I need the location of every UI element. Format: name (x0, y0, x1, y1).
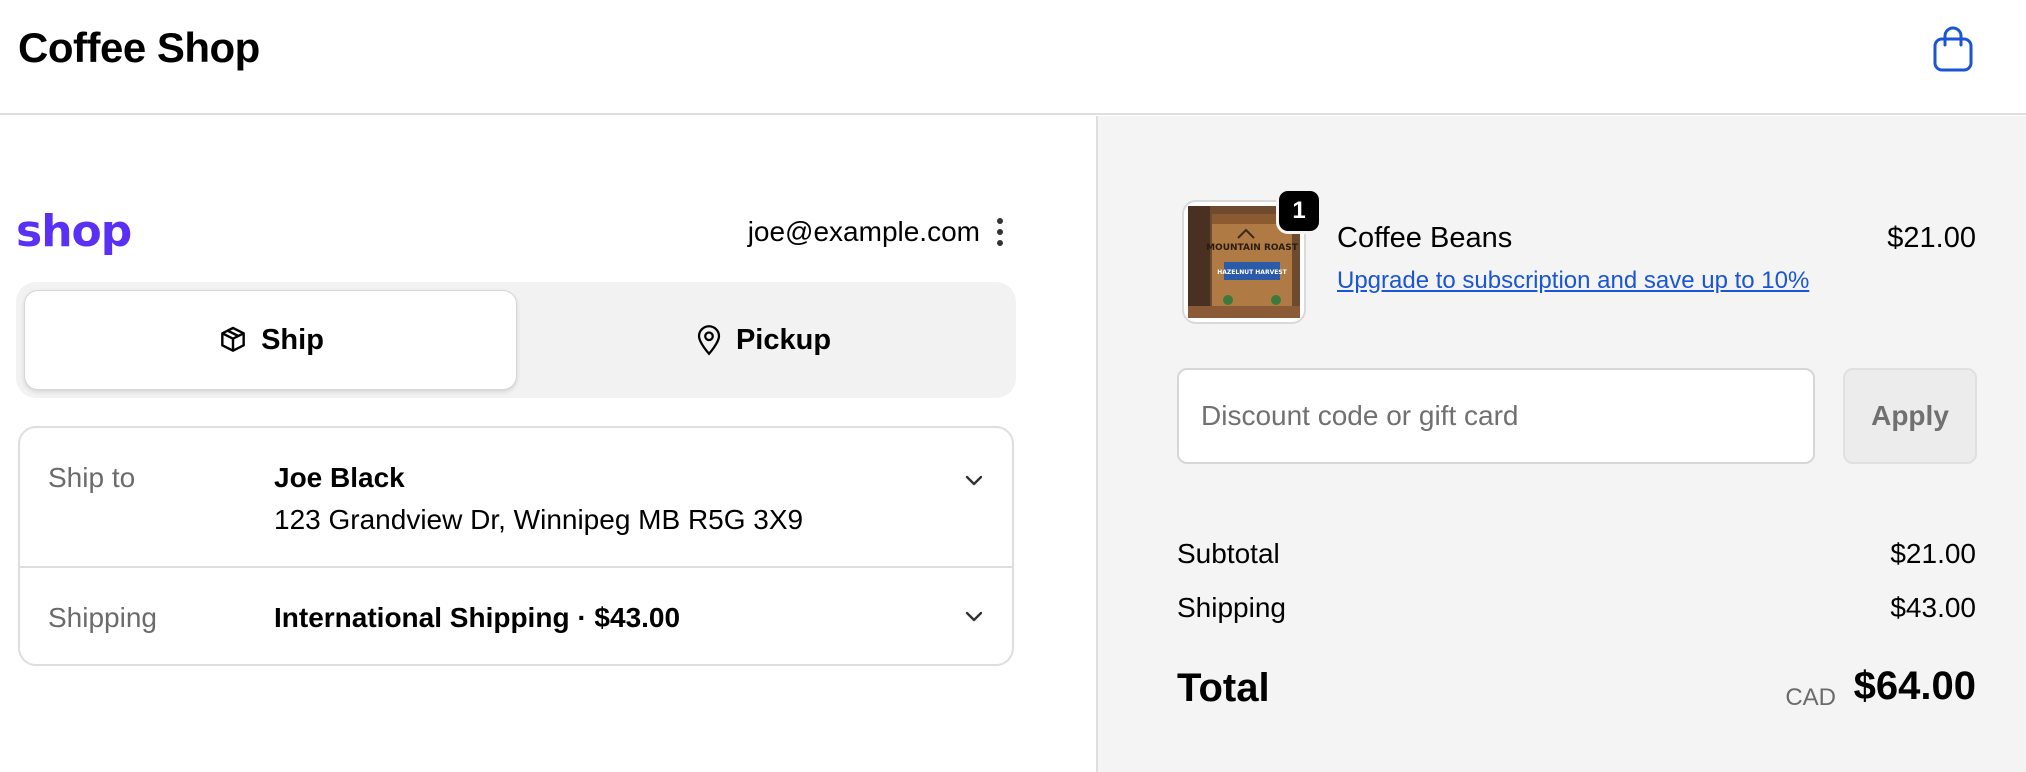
tab-pickup-label: Pickup (735, 323, 832, 356)
shipping-summary-value: $43.00 (1890, 592, 1976, 623)
total-value: $64.00 (1853, 664, 1976, 708)
quantity-badge: 1 (1276, 188, 1322, 234)
shipping-method-label: Shipping (48, 602, 157, 633)
shopping-bag-icon (1933, 26, 1973, 72)
bag-label: MOUNTAIN ROAST (1206, 243, 1299, 253)
tab-pickup[interactable]: Pickup (517, 290, 1008, 390)
total-label: Total (1177, 666, 1270, 710)
product-thumbnail: MOUNTAIN ROAST HAZELNUT HARVEST 1 (1182, 188, 1322, 324)
subtotal-label: Subtotal (1177, 538, 1280, 569)
more-options-icon[interactable] (990, 214, 1010, 250)
shipping-method-row[interactable]: Shipping International Shipping · $43.00 (20, 568, 1012, 666)
chevron-down-icon[interactable] (962, 468, 986, 492)
product-title: Coffee Beans (1337, 222, 1513, 254)
box-icon (221, 326, 245, 352)
recipient-name: Joe Black (274, 462, 405, 493)
shop-pay-logo: shop (16, 206, 132, 257)
product-price: $21.00 (1887, 222, 1976, 254)
top-header: Coffee Shop (0, 0, 2026, 115)
subtotal-value: $21.00 (1890, 538, 1976, 569)
shipping-summary-label: Shipping (1177, 592, 1286, 623)
currency-code: CAD (1785, 684, 1836, 711)
map-pin-icon (697, 325, 721, 356)
cart-button[interactable] (1930, 24, 1976, 74)
subscription-upsell-link[interactable]: Upgrade to subscription and save up to 1… (1337, 267, 1809, 295)
store-name[interactable]: Coffee Shop (18, 24, 260, 72)
tab-ship[interactable]: Ship (24, 290, 517, 390)
account-email: joe@example.com (747, 216, 980, 247)
apply-discount-button[interactable]: Apply (1843, 368, 1977, 464)
shipping-method-value: International Shipping · $43.00 (274, 602, 681, 633)
discount-code-input[interactable] (1177, 368, 1815, 464)
shipping-review: Ship to Joe Black 123 Grandview Dr, Winn… (18, 426, 1014, 666)
bag-sublabel: HAZELNUT HARVEST (1217, 269, 1287, 276)
checkout-main: shop joe@example.com Ship Pickup Ship to… (0, 116, 1096, 772)
chevron-down-icon[interactable] (962, 604, 986, 628)
shipping-address: 123 Grandview Dr, Winnipeg MB R5G 3X9 (274, 504, 804, 535)
ship-to-label: Ship to (48, 462, 136, 493)
ship-to-row[interactable]: Ship to Joe Black 123 Grandview Dr, Winn… (20, 428, 1012, 568)
tab-ship-label: Ship (261, 323, 324, 356)
delivery-method-tabs: Ship Pickup (16, 282, 1016, 398)
